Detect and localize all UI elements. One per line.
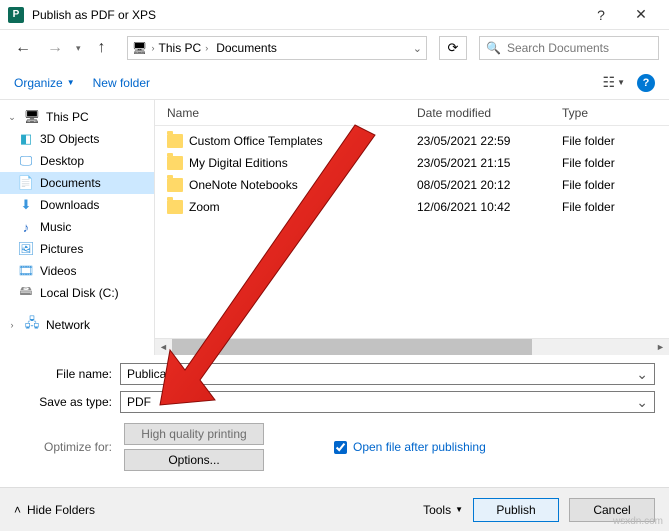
expand-icon[interactable]: › bbox=[6, 320, 18, 330]
desktop-icon: 🖵 bbox=[18, 153, 34, 169]
forward-arrow-icon[interactable]: → bbox=[42, 35, 68, 61]
sidebar-item-localdisk[interactable]: 🖴 Local Disk (C:) bbox=[0, 282, 154, 304]
sidebar-item-documents[interactable]: 📄 Documents bbox=[0, 172, 154, 194]
history-dropdown-icon[interactable]: ▾ bbox=[74, 43, 83, 54]
optimize-value: High quality printing bbox=[124, 423, 264, 445]
sidebar-item-music[interactable]: ♪ Music bbox=[0, 216, 154, 238]
sidebar-item-label: Network bbox=[46, 318, 90, 332]
back-arrow-icon[interactable]: ← bbox=[10, 35, 36, 61]
scroll-left-icon[interactable]: ◄ bbox=[155, 342, 172, 352]
file-list: Custom Office Templates23/05/2021 22:59F… bbox=[155, 126, 669, 338]
disk-icon: 🖴 bbox=[18, 285, 34, 301]
saveastype-label: Save as type: bbox=[14, 395, 120, 409]
folder-icon bbox=[167, 178, 183, 192]
info-icon[interactable]: ? bbox=[637, 74, 655, 92]
sidebar-item-label: Desktop bbox=[40, 154, 84, 168]
pc-icon: 🖥 bbox=[24, 109, 40, 125]
tools-menu[interactable]: Tools▼ bbox=[423, 503, 463, 517]
documents-icon: 📄 bbox=[18, 175, 34, 191]
sidebar-item-desktop[interactable]: 🖵 Desktop bbox=[0, 150, 154, 172]
sidebar-item-label: Videos bbox=[40, 264, 76, 278]
up-arrow-icon[interactable]: ↑ bbox=[89, 35, 115, 61]
list-item[interactable]: Zoom12/06/2021 10:42File folder bbox=[155, 196, 669, 218]
sidebar-item-label: Documents bbox=[40, 176, 101, 190]
sidebar-item-thispc[interactable]: ⌄ 🖥 This PC bbox=[0, 106, 154, 128]
filename-label: File name: bbox=[14, 367, 120, 381]
folder-icon bbox=[167, 156, 183, 170]
file-list-header: Name Date modified Type bbox=[155, 100, 669, 126]
window-title: Publish as PDF or XPS bbox=[32, 8, 581, 22]
open-after-checkbox[interactable]: Open file after publishing bbox=[334, 440, 486, 454]
hide-folders-button[interactable]: ˄ Hide Folders bbox=[14, 503, 95, 517]
options-button[interactable]: Options... bbox=[124, 449, 264, 471]
sidebar: ⌄ 🖥 This PC ◧ 3D Objects 🖵 Desktop 📄 Docume… bbox=[0, 100, 155, 355]
folder-icon bbox=[167, 200, 183, 214]
breadcrumb-documents[interactable]: Documents bbox=[212, 41, 281, 55]
watermark: wsxdn.com bbox=[613, 516, 663, 527]
refresh-icon[interactable]: ⟳ bbox=[439, 36, 467, 60]
list-item[interactable]: My Digital Editions23/05/2021 21:15File … bbox=[155, 152, 669, 174]
search-input[interactable]: 🔍 Search Documents bbox=[479, 36, 659, 60]
optimize-label: Optimize for: bbox=[14, 440, 120, 454]
scroll-right-icon[interactable]: ► bbox=[652, 342, 669, 352]
pictures-icon: 🖼 bbox=[18, 241, 34, 257]
column-type[interactable]: Type bbox=[562, 106, 657, 120]
music-icon: ♪ bbox=[18, 219, 34, 235]
sidebar-item-label: Music bbox=[40, 220, 71, 234]
breadcrumb-dropdown-icon[interactable]: ⌄ bbox=[413, 42, 422, 55]
sidebar-item-label: This PC bbox=[46, 110, 89, 124]
list-item[interactable]: Custom Office Templates23/05/2021 22:59F… bbox=[155, 130, 669, 152]
folder-icon bbox=[167, 134, 183, 148]
cube-icon: ◧ bbox=[18, 131, 34, 147]
column-name[interactable]: Name bbox=[167, 106, 417, 120]
collapse-icon[interactable]: ⌄ bbox=[6, 112, 18, 123]
saveastype-select[interactable]: PDF bbox=[120, 391, 655, 413]
sidebar-item-downloads[interactable]: ⬇ Downloads bbox=[0, 194, 154, 216]
new-folder-button[interactable]: New folder bbox=[93, 76, 150, 90]
breadcrumb[interactable]: 🖥 › This PC› Documents ⌄ bbox=[127, 36, 427, 60]
sidebar-item-label: Local Disk (C:) bbox=[40, 286, 119, 300]
view-mode-button[interactable]: ☷▼ bbox=[603, 74, 625, 91]
search-icon: 🔍 bbox=[486, 41, 501, 55]
publish-button[interactable]: Publish bbox=[473, 498, 559, 522]
search-placeholder: Search Documents bbox=[507, 41, 609, 55]
list-item[interactable]: OneNote Notebooks08/05/2021 20:12File fo… bbox=[155, 174, 669, 196]
network-icon: 🖧 bbox=[24, 317, 40, 333]
column-date[interactable]: Date modified bbox=[417, 106, 562, 120]
sidebar-item-videos[interactable]: 🎞 Videos bbox=[0, 260, 154, 282]
chevron-up-icon: ˄ bbox=[14, 503, 21, 517]
checkbox-icon[interactable] bbox=[334, 441, 347, 454]
help-button[interactable]: ? bbox=[581, 1, 621, 29]
filename-input[interactable]: Publication2 bbox=[120, 363, 655, 385]
sidebar-item-label: 3D Objects bbox=[40, 132, 99, 146]
close-button[interactable]: ✕ bbox=[621, 1, 661, 29]
sidebar-item-3dobjects[interactable]: ◧ 3D Objects bbox=[0, 128, 154, 150]
downloads-icon: ⬇ bbox=[18, 197, 34, 213]
videos-icon: 🎞 bbox=[18, 263, 34, 279]
app-icon: P bbox=[8, 7, 24, 23]
breadcrumb-thispc[interactable]: This PC› bbox=[155, 41, 213, 55]
sidebar-item-network[interactable]: › 🖧 Network bbox=[0, 314, 154, 336]
sidebar-item-label: Pictures bbox=[40, 242, 83, 256]
organize-menu[interactable]: Organize▼ bbox=[14, 76, 75, 90]
sidebar-item-pictures[interactable]: 🖼 Pictures bbox=[0, 238, 154, 260]
sidebar-item-label: Downloads bbox=[40, 198, 99, 212]
pc-icon: 🖥 bbox=[132, 40, 148, 56]
open-after-label: Open file after publishing bbox=[353, 440, 486, 454]
horizontal-scrollbar[interactable]: ◄ ► bbox=[155, 338, 669, 355]
